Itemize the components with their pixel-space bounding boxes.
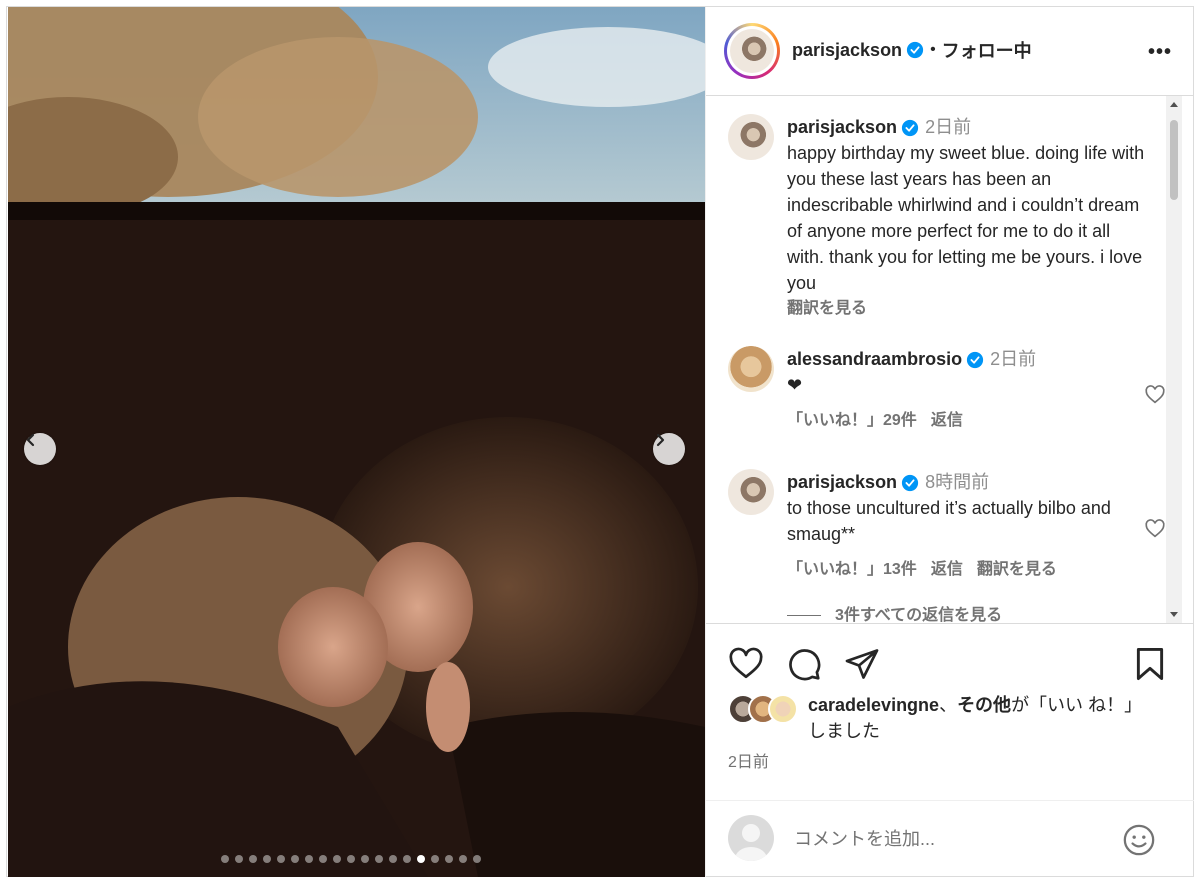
- separator-dot: •: [930, 41, 936, 58]
- scrollbar-thumb[interactable]: [1170, 120, 1178, 200]
- verified-badge-icon: [901, 475, 919, 492]
- verified-badge-icon: [966, 352, 984, 369]
- carousel-next-button[interactable]: [653, 433, 685, 465]
- caption-avatar[interactable]: [728, 114, 774, 160]
- heart-icon[interactable]: [1144, 384, 1166, 406]
- caption-username[interactable]: parisjackson: [787, 117, 897, 137]
- reply-button[interactable]: 返信: [931, 412, 963, 429]
- comment-username[interactable]: alessandraambrosio: [787, 349, 962, 369]
- bookmark-icon[interactable]: [1134, 646, 1166, 682]
- carousel-dot: [235, 855, 243, 863]
- verified-badge-icon: [906, 41, 924, 59]
- comment-composer: [706, 800, 1194, 879]
- chevron-left-icon: [26, 433, 35, 447]
- comment-time[interactable]: 2日前: [990, 349, 1036, 369]
- post-actions: caradelevingne、その他が「いい ね！」しました 2日前: [706, 623, 1194, 878]
- avatar: [728, 815, 774, 861]
- carousel-dot: [361, 855, 369, 863]
- comment-text: ❤: [787, 375, 803, 395]
- post-date[interactable]: 2日前: [728, 748, 769, 772]
- liked-by-others-link[interactable]: その他: [957, 695, 1011, 715]
- translate-link[interactable]: 翻訳を見る: [977, 561, 1057, 578]
- liked-by-username[interactable]: caradelevingne: [808, 695, 939, 715]
- carousel-indicator: [221, 855, 481, 863]
- carousel-dot: [305, 855, 313, 863]
- carousel-dot: [403, 855, 411, 863]
- carousel-dot: [291, 855, 299, 863]
- divider-line: [787, 615, 821, 617]
- connector-text: 、: [939, 695, 958, 715]
- avatar[interactable]: [768, 694, 798, 724]
- comment-avatar[interactable]: [728, 346, 774, 392]
- more-options-button[interactable]: •••: [1148, 41, 1172, 64]
- carousel-dot: [389, 855, 397, 863]
- carousel-dot: [417, 855, 425, 863]
- carousel-dot: [319, 855, 327, 863]
- comment-input[interactable]: [792, 821, 1096, 857]
- reply-button[interactable]: 返信: [931, 561, 963, 578]
- carousel-dot: [277, 855, 285, 863]
- post-header: parisjackson • フォロー中 •••: [706, 7, 1194, 96]
- comment-item: parisjackson 8時間前 to those uncultured it’…: [787, 469, 1147, 623]
- carousel-dot: [431, 855, 439, 863]
- carousel-dot: [221, 855, 229, 863]
- carousel-dot: [347, 855, 355, 863]
- carousel-dot: [375, 855, 383, 863]
- verified-badge-icon: [901, 120, 919, 137]
- avatar: [730, 29, 774, 73]
- caption: parisjackson 2日前 happy birthday my sweet …: [787, 114, 1147, 322]
- carousel-prev-button[interactable]: [24, 433, 56, 465]
- post-photo[interactable]: [8, 7, 705, 877]
- story-ring[interactable]: [724, 23, 780, 79]
- scroll-down-arrow[interactable]: [1170, 612, 1178, 617]
- chevron-right-icon: [656, 433, 665, 447]
- comments-list[interactable]: parisjackson 2日前 happy birthday my sweet …: [706, 96, 1176, 623]
- comment-likes-count[interactable]: 「いいね！」13件: [787, 561, 917, 578]
- header-username[interactable]: parisjackson: [792, 40, 902, 61]
- comment-item: alessandraambrosio 2日前 ❤ 「いいね！」29件 返信: [787, 346, 1147, 434]
- carousel-dot: [249, 855, 257, 863]
- carousel-dot: [333, 855, 341, 863]
- following-button[interactable]: フォロー中: [942, 37, 1032, 63]
- carousel-dot: [473, 855, 481, 863]
- heart-icon[interactable]: [1144, 518, 1166, 540]
- carousel-dot: [445, 855, 453, 863]
- liked-by-suffix: が「いい: [1011, 695, 1084, 715]
- view-replies-button[interactable]: 3件すべての返信を見る: [835, 607, 1002, 623]
- scroll-up-arrow[interactable]: [1170, 102, 1178, 107]
- paper-plane-icon[interactable]: [844, 646, 880, 682]
- post-side-panel: parisjackson • フォロー中 ••• parisjackson 2日前…: [705, 7, 1194, 877]
- caption-text: happy birthday my sweet blue. doing life…: [787, 143, 1145, 293]
- liked-by-summary: caradelevingne、その他が「いい ね！」しました: [728, 692, 1168, 744]
- comment-icon[interactable]: [786, 646, 822, 682]
- comment-username[interactable]: parisjackson: [787, 472, 897, 492]
- carousel-dot: [459, 855, 467, 863]
- comment-likes-count[interactable]: 「いいね！」29件: [787, 412, 917, 429]
- carousel-dot: [263, 855, 271, 863]
- smiley-icon[interactable]: [1122, 823, 1156, 857]
- caption-translate-link[interactable]: 翻訳を見る: [787, 296, 1147, 322]
- comment-avatar[interactable]: [728, 469, 774, 515]
- comment-text: to those uncultured it’s actually bilbo …: [787, 498, 1111, 544]
- comments-scrollbar[interactable]: [1166, 96, 1182, 623]
- comment-time[interactable]: 8時間前: [925, 472, 989, 492]
- heart-icon[interactable]: [728, 646, 764, 682]
- caption-time[interactable]: 2日前: [925, 117, 971, 137]
